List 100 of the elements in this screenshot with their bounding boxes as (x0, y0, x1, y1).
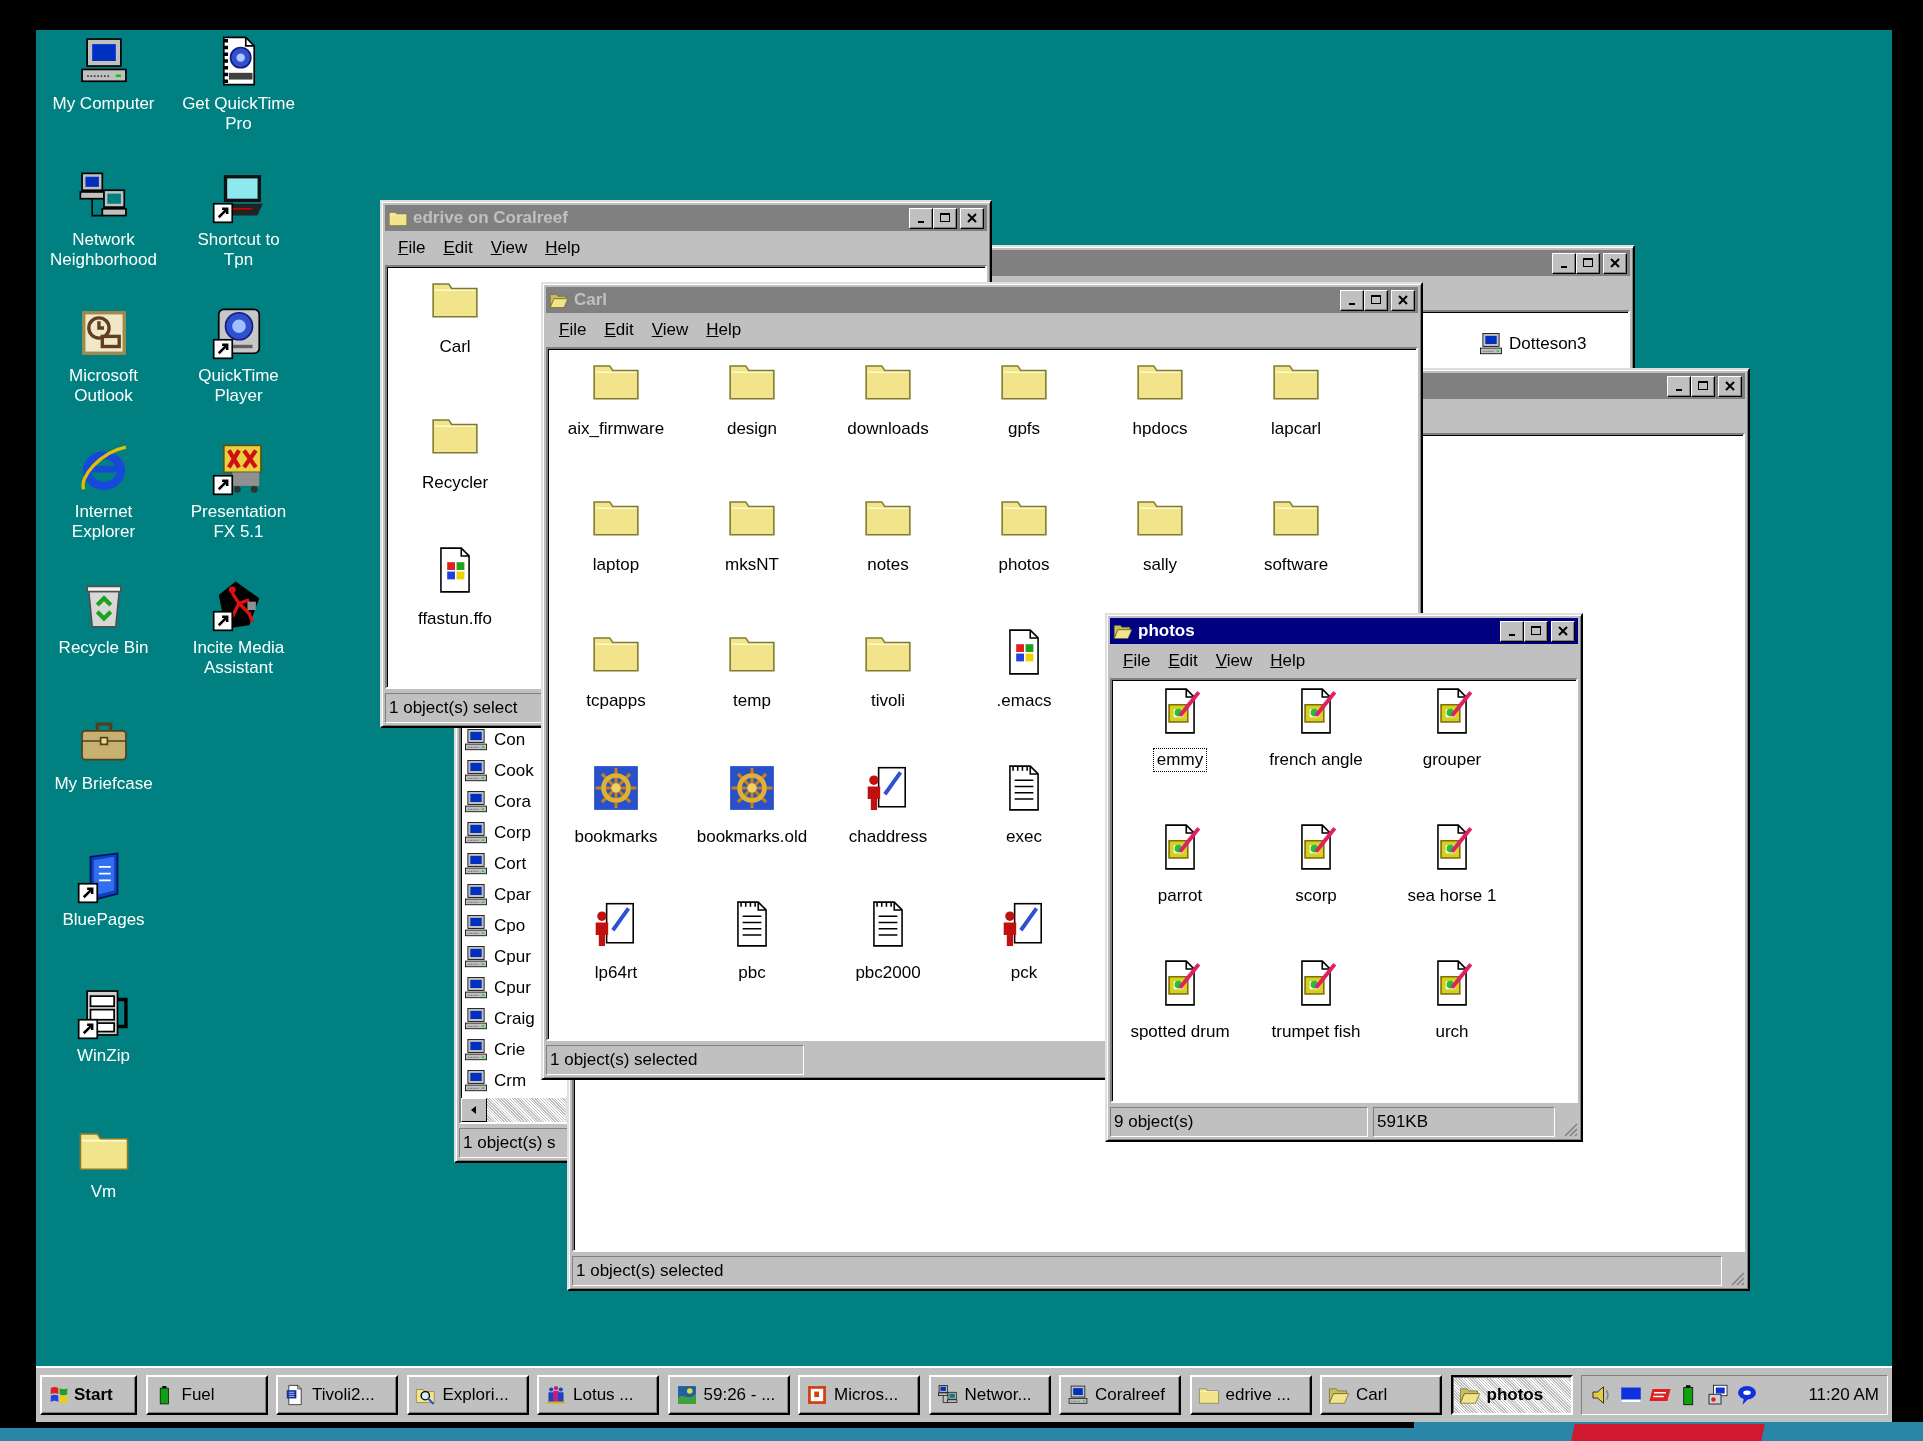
taskbar-button[interactable]: Explori... (406, 1375, 529, 1415)
file-label[interactable]: .emacs (992, 689, 1056, 713)
file-label[interactable]: lp64rt (590, 961, 642, 985)
taskbar-button[interactable]: Carl (1320, 1375, 1442, 1415)
menu-item[interactable]: View (1206, 650, 1262, 672)
file-label[interactable]: mksNT (721, 553, 783, 577)
file-label[interactable]: lapcarl (1266, 417, 1326, 441)
file-label[interactable]: software (1259, 553, 1333, 577)
menu-item[interactable]: View (642, 319, 698, 341)
list-item-label[interactable]: Craig (494, 1008, 535, 1029)
file-label[interactable]: spotted drum (1126, 1020, 1234, 1044)
file-label[interactable]: design (722, 417, 782, 441)
file-label[interactable]: pbc2000 (851, 961, 925, 985)
menu-item[interactable]: File (389, 237, 435, 259)
computer-icon[interactable] (463, 726, 489, 753)
minimize-button[interactable] (1667, 375, 1691, 397)
icon-label[interactable]: Vm (90, 1182, 117, 1202)
computer-icon[interactable] (463, 788, 489, 815)
file-label[interactable]: bookmarks.old (692, 825, 812, 849)
maximize-button[interactable] (1691, 375, 1715, 397)
file-label[interactable]: urch (1431, 1020, 1473, 1044)
ship-wheel-icon[interactable] (727, 763, 777, 813)
close-button[interactable] (1603, 252, 1627, 274)
taskbar-button[interactable]: Networ... (928, 1375, 1051, 1415)
file-label[interactable]: exec (1002, 825, 1046, 849)
taskbar-button[interactable]: Coralreef (1059, 1375, 1181, 1415)
file-label[interactable]: laptop (588, 553, 644, 577)
computer-icon[interactable] (463, 1036, 489, 1063)
computer-icon[interactable] (463, 881, 489, 908)
clock[interactable]: 11:20 AM (1808, 1385, 1879, 1405)
list-item-label[interactable]: Crie (494, 1039, 526, 1060)
file-label[interactable]: emmy (1152, 748, 1208, 772)
file-label[interactable]: gpfs (1003, 417, 1045, 441)
scroll-left-button[interactable] (461, 1098, 487, 1122)
file-label[interactable]: notes (863, 553, 913, 577)
close-button[interactable] (960, 207, 984, 229)
computer-icon[interactable] (463, 850, 489, 877)
computer-icon[interactable] (463, 1005, 489, 1032)
icon-label[interactable]: Shortcut to Tpn (181, 230, 296, 270)
icon-label[interactable]: Network Neighborhood (46, 230, 161, 270)
icon-label[interactable]: Get QuickTime Pro (181, 94, 296, 134)
file-label[interactable]: trumpet fish (1267, 1020, 1365, 1044)
minimize-button[interactable] (1340, 289, 1364, 311)
menu-item[interactable]: File (550, 319, 596, 341)
file-label[interactable]: ffastun.ffo (413, 607, 496, 631)
file-label[interactable]: bookmarks (570, 825, 662, 849)
icon-label[interactable]: Recycle Bin (58, 638, 149, 658)
computer-icon[interactable] (463, 912, 489, 939)
icon-label[interactable]: WinZip (77, 1046, 130, 1066)
close-button[interactable] (1551, 620, 1575, 642)
list-item-label[interactable]: Corp (494, 822, 531, 843)
icon-label[interactable]: Microsoft Outlook (46, 366, 161, 406)
minimize-button[interactable] (1500, 620, 1524, 642)
computer-icon[interactable] (463, 974, 489, 1001)
taskbar-button[interactable]: Fuel (145, 1375, 268, 1415)
taskbar-button[interactable]: 59:26 - ... (667, 1375, 790, 1415)
list-item-label[interactable]: Cpar (494, 884, 531, 905)
maximize-button[interactable] (933, 207, 957, 229)
file-label[interactable]: aix_firmware (563, 417, 669, 441)
list-item-label[interactable]: Cora (494, 791, 531, 812)
file-label[interactable]: hpdocs (1128, 417, 1192, 441)
menu-item[interactable]: Help (1261, 650, 1315, 672)
minimize-button[interactable] (909, 207, 933, 229)
close-button[interactable] (1391, 289, 1415, 311)
maximize-button[interactable] (1524, 620, 1548, 642)
menu-item[interactable]: Edit (595, 319, 643, 341)
taskbar-button[interactable]: edrive ... (1189, 1375, 1312, 1415)
taskbar-button[interactable]: Lotus ... (537, 1375, 659, 1415)
computer-icon[interactable] (463, 943, 489, 970)
menu-item[interactable]: Help (536, 237, 590, 259)
file-label[interactable]: downloads (843, 417, 933, 441)
ship-wheel-icon[interactable] (591, 763, 641, 813)
file-label[interactable]: sea horse 1 (1403, 884, 1501, 908)
icon-label[interactable]: QuickTime Player (181, 366, 296, 406)
computer-icon[interactable] (463, 1067, 489, 1094)
file-label[interactable]: sally (1139, 553, 1181, 577)
computer-icon[interactable] (463, 757, 489, 784)
start-button[interactable]: Start (40, 1375, 137, 1415)
menu-item[interactable]: File (1114, 650, 1160, 672)
icon-label[interactable]: My Briefcase (54, 774, 153, 794)
menu-item[interactable]: Help (697, 319, 751, 341)
computer-icon[interactable] (1478, 330, 1504, 357)
pc-card-icon[interactable] (1706, 1383, 1730, 1407)
minimize-button[interactable] (1552, 252, 1576, 274)
icon-label[interactable]: BluePages (62, 910, 145, 930)
list-item-label[interactable]: Cpur (494, 946, 531, 967)
file-label[interactable]: parrot (1153, 884, 1207, 908)
close-button[interactable] (1718, 375, 1742, 397)
menu-item[interactable]: Edit (1159, 650, 1207, 672)
file-label[interactable]: scorp (1291, 884, 1341, 908)
icon-label[interactable]: Incite Media Assistant (181, 638, 296, 678)
icon-label[interactable]: Internet Explorer (46, 502, 161, 542)
file-label[interactable]: chaddress (844, 825, 932, 849)
list-item-label[interactable]: Cpur (494, 977, 531, 998)
list-item-label[interactable]: Cort (494, 853, 527, 874)
computer-icon[interactable] (463, 819, 489, 846)
file-label[interactable]: french angle (1265, 748, 1367, 772)
taskbar-button[interactable]: photos (1450, 1375, 1573, 1415)
menu-item[interactable]: Edit (434, 237, 482, 259)
list-item-label[interactable]: Con (494, 729, 526, 750)
